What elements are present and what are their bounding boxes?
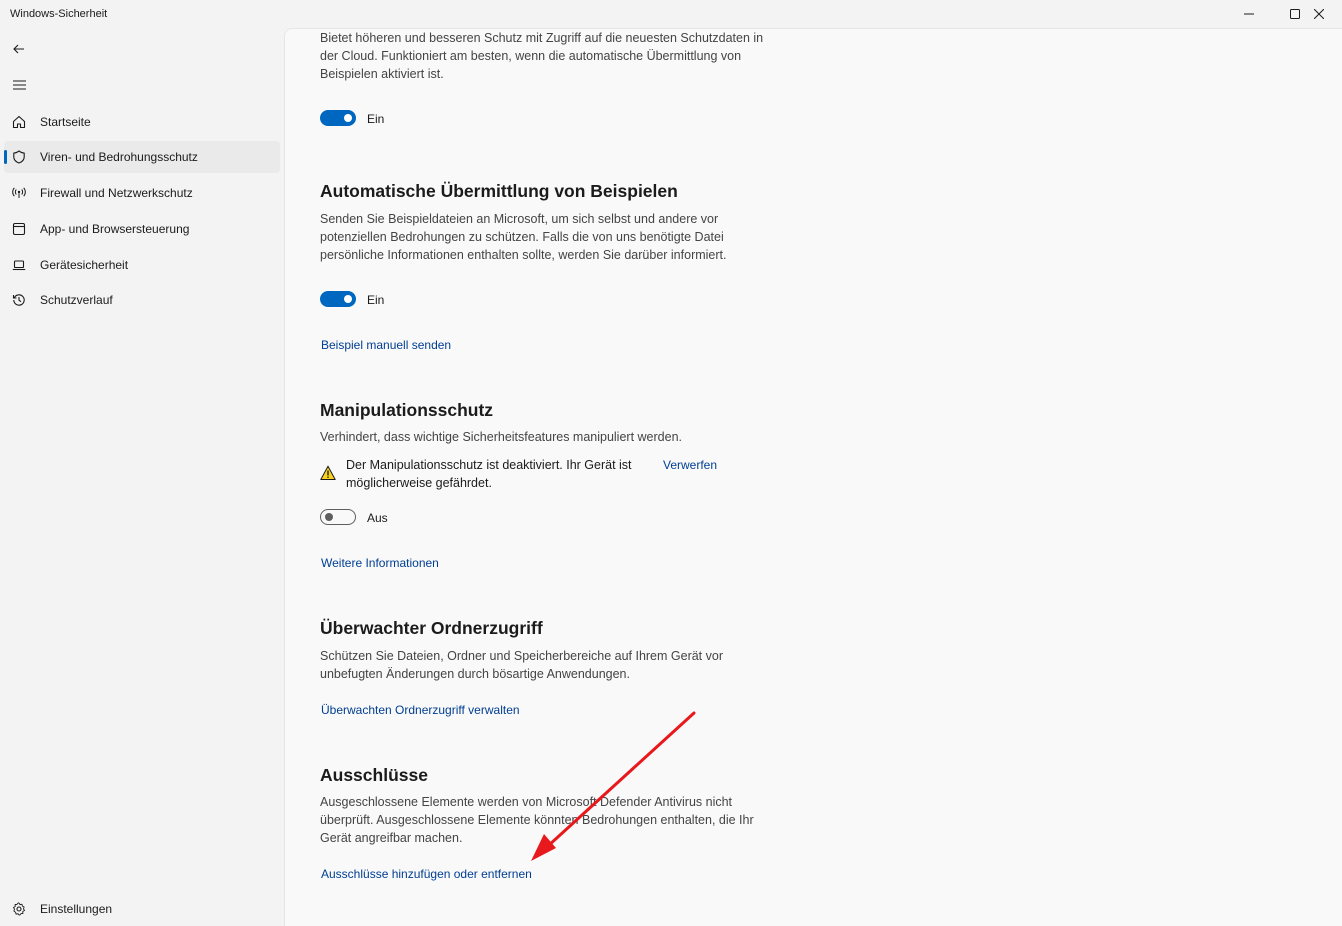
nav-item-einstellungen[interactable]: Einstellungen — [4, 893, 280, 925]
selection-indicator — [4, 150, 7, 164]
more-information-link[interactable]: Weitere Informationen — [321, 556, 439, 570]
toggle-knob — [325, 513, 333, 521]
exclusions-description: Ausgeschlossene Elemente werden von Micr… — [320, 795, 754, 845]
nav-item-label: Einstellungen — [40, 902, 113, 916]
nav-item-schutzverlauf[interactable]: Schutzverlauf — [4, 284, 280, 316]
sample-submission-description: Senden Sie Beispieldateien an Microsoft,… — [320, 212, 727, 262]
submit-sample-manually-link[interactable]: Beispiel manuell senden — [321, 338, 451, 352]
warning-triangle-icon — [320, 465, 336, 480]
cloud-protection-toggle-label: Ein — [367, 112, 385, 126]
minimize-button-real[interactable] — [1226, 0, 1272, 28]
tamper-protection-toggle[interactable] — [320, 509, 356, 525]
cloud-protection-description: Bietet höheren und besseren Schutz mit Z… — [320, 31, 764, 81]
tamper-protection-warning: Der Manipulationsschutz ist deaktiviert.… — [346, 458, 632, 490]
close-button[interactable] — [1296, 0, 1342, 28]
nav-item-app-browser[interactable]: App- und Browsersteuerung — [4, 213, 280, 245]
nav-item-label: Schutzverlauf — [40, 293, 113, 307]
window-title: Windows-Sicherheit — [10, 8, 108, 20]
wireless-antenna-icon — [11, 185, 27, 201]
shield-icon — [11, 149, 27, 165]
nav-item-geraetesicherheit[interactable]: Gerätesicherheit — [4, 249, 280, 281]
cloud-protection-toggle[interactable] — [320, 110, 356, 126]
gear-icon — [11, 901, 27, 917]
folder-access-description: Schützen Sie Dateien, Ordner und Speiche… — [320, 649, 723, 681]
nav-item-label: App- und Browsersteuerung — [40, 222, 190, 236]
folder-access-heading: Überwachter Ordnerzugriff — [320, 618, 543, 638]
manage-folder-access-link[interactable]: Überwachten Ordnerzugriff verwalten — [321, 703, 520, 717]
sample-submission-heading: Automatische Übermittlung von Beispielen — [320, 181, 678, 201]
close-icon — [1314, 9, 1324, 19]
toggle-knob — [344, 114, 352, 122]
nav-item-label: Viren- und Bedrohungsschutz — [40, 150, 198, 164]
nav-item-startseite[interactable]: Startseite — [4, 106, 280, 138]
tamper-protection-description: Verhindert, dass wichtige Sicherheitsfea… — [320, 430, 682, 444]
title-bar: Windows-Sicherheit — [0, 0, 1342, 28]
menu-button[interactable] — [8, 74, 30, 96]
nav-item-virenschutz[interactable]: Viren- und Bedrohungsschutz — [4, 141, 280, 173]
nav-item-label: Startseite — [40, 115, 91, 129]
back-arrow-icon — [13, 44, 24, 54]
hamburger-menu-icon — [12, 80, 26, 90]
tamper-protection-toggle-label: Aus — [367, 511, 388, 525]
laptop-icon — [11, 257, 27, 273]
nav-item-firewall[interactable]: Firewall und Netzwerkschutz — [4, 177, 280, 209]
toggle-knob — [344, 295, 352, 303]
home-icon — [11, 114, 27, 130]
history-icon — [11, 292, 27, 308]
minimize-icon — [1244, 13, 1254, 15]
dismiss-warning-link[interactable]: Verwerfen — [663, 458, 717, 472]
nav-item-label: Gerätesicherheit — [40, 258, 129, 272]
nav-item-label: Firewall und Netzwerkschutz — [40, 186, 193, 200]
sample-submission-toggle[interactable] — [320, 291, 356, 307]
back-button[interactable] — [8, 38, 30, 60]
sample-submission-toggle-label: Ein — [367, 293, 385, 307]
add-remove-exclusions-link[interactable]: Ausschlüsse hinzufügen oder entfernen — [321, 867, 532, 881]
tamper-protection-heading: Manipulationsschutz — [320, 400, 494, 420]
app-window-icon — [11, 221, 27, 237]
exclusions-heading: Ausschlüsse — [320, 765, 428, 785]
